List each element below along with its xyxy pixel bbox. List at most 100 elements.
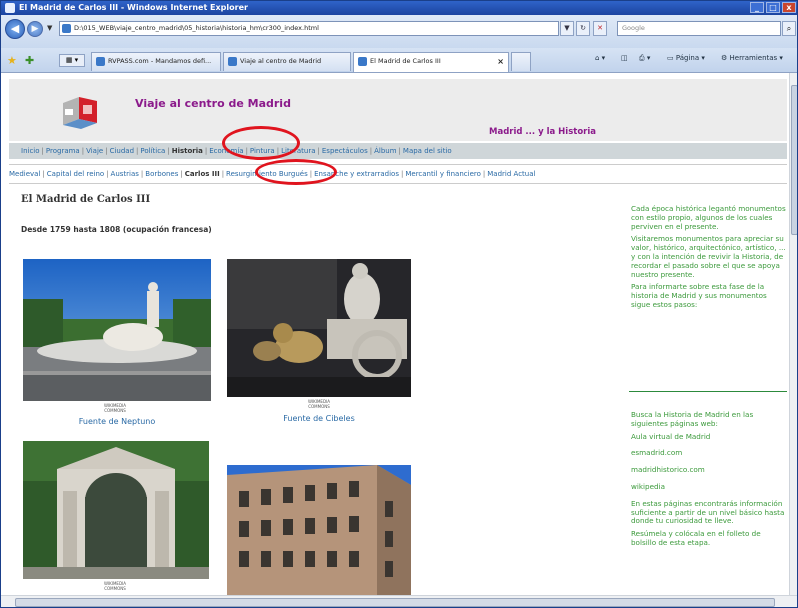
history-menu-item[interactable]: Capital del reino	[47, 170, 104, 178]
photo-edificio[interactable]	[227, 465, 411, 595]
history-menu-item[interactable]: Borbones	[145, 170, 178, 178]
quick-tabs-button[interactable]: ▦ ▾	[59, 54, 85, 67]
site-title: Viaje al centro de Madrid	[135, 97, 291, 110]
vertical-scrollbar[interactable]	[789, 73, 797, 595]
address-toolbar: ◀ ▶ ▼ D:\015_WEB\viaje_centro_madrid\05_…	[1, 15, 797, 48]
photo-credit: WIKIMEDIA COMMONS	[308, 399, 330, 409]
main-menu-item[interactable]: Mapa del sitio	[403, 147, 452, 155]
main-menu-item[interactable]: Programa	[46, 147, 80, 155]
scrollbar-thumb[interactable]	[15, 598, 775, 607]
tab-carlos-iii[interactable]: El Madrid de Carlos III ×	[353, 52, 509, 72]
site-subtitle: Madrid ... y la Historia	[489, 127, 597, 137]
print-icon[interactable]: ⎙ ▾	[639, 54, 650, 63]
tab-row: ★ ✚ ▦ ▾ RVPASS.com - Mandamos defi... Vi…	[1, 48, 797, 73]
forward-icon[interactable]: ▶	[27, 21, 43, 37]
history-menu-item[interactable]: Carlos III	[185, 170, 220, 178]
refresh-icon[interactable]: ↻	[576, 21, 590, 36]
sidebar-paragraph: En estas páginas encontrarás información…	[631, 498, 785, 526]
page-menu-label: Página	[675, 54, 700, 62]
main-menu: Inicio | Programa | Viaje | Ciudad | Política | Hi…	[9, 143, 787, 159]
main-menu-item[interactable]: Espectáculos	[322, 147, 368, 155]
search-icon[interactable]: ⌕	[782, 21, 796, 36]
divider	[9, 164, 787, 165]
history-menu-item[interactable]: Mercantil y financiero	[405, 170, 481, 178]
tab-favicon	[96, 57, 105, 66]
tab-rvpass[interactable]: RVPASS.com - Mandamos defi...	[91, 52, 221, 71]
tab-label: RVPASS.com - Mandamos defi...	[108, 57, 212, 65]
tab-favicon	[228, 57, 237, 66]
neptuno-image	[23, 259, 211, 401]
tools-menu[interactable]: ⚙ Herramientas ▾	[721, 54, 783, 62]
main-menu-item[interactable]: Ciudad	[110, 147, 134, 155]
caption-cibeles[interactable]: Fuente de Cibeles	[227, 414, 411, 423]
history-dropdown-icon[interactable]: ▼	[47, 24, 52, 32]
page-period: Desde 1759 hasta 1808 (ocupación frances…	[21, 225, 212, 234]
main-menu-item[interactable]: Viaje	[86, 147, 103, 155]
cibeles-image	[227, 259, 411, 397]
address-value: D:\015_WEB\viaje_centro_madrid\05_histor…	[74, 24, 319, 32]
search-placeholder: Google	[622, 24, 645, 32]
tab-viaje[interactable]: Viaje al centro de Madrid	[223, 52, 351, 71]
stop-icon[interactable]: ✕	[593, 21, 607, 36]
main-menu-item[interactable]: Álbum	[374, 147, 396, 155]
edificio-image	[227, 465, 411, 595]
sidebar-search-intro: Busca la Historia de Madrid en las sigui…	[631, 410, 754, 428]
site-logo-icon	[63, 97, 97, 129]
page-menu[interactable]: ▭ Página ▾	[667, 54, 705, 62]
history-submenu: Medieval | Capital del reino | Austrias | Borb…	[9, 167, 787, 181]
link-madridhistorico[interactable]: madridhistorico.com	[631, 465, 787, 475]
history-menu-item[interactable]: Austrias	[111, 170, 139, 178]
link-aula-virtual[interactable]: Aula virtual de Madrid	[631, 432, 787, 442]
main-menu-item[interactable]: Inicio	[21, 147, 40, 155]
ie-app-icon	[5, 3, 15, 13]
sidebar-divider	[629, 391, 787, 392]
history-menu-item[interactable]: Madrid Actual	[487, 170, 535, 178]
highlight-ring-historia	[222, 126, 300, 160]
minimize-button[interactable]: _	[750, 2, 764, 13]
sidebar-intro: Cada época histórica legantó monumentos …	[631, 204, 787, 314]
feeds-icon[interactable]: ◫	[621, 54, 628, 62]
link-esmadrid[interactable]: esmadrid.com	[631, 449, 787, 458]
window-title: El Madrid de Carlos III - Windows Intern…	[19, 3, 248, 12]
sidebar-paragraph: Cada época histórica legantó monumentos …	[631, 204, 786, 231]
main-menu-item[interactable]: Política	[140, 147, 165, 155]
puerta-image	[23, 441, 209, 579]
sidebar-paragraph: Resúmela y colócala en el folleto de bol…	[631, 529, 761, 547]
maximize-button[interactable]: □	[766, 2, 780, 13]
tab-label: El Madrid de Carlos III	[370, 57, 441, 65]
add-favorite-icon[interactable]: ✚	[25, 54, 34, 67]
title-bar: El Madrid de Carlos III - Windows Intern…	[1, 1, 797, 15]
sidebar-paragraph: Para informarte sobre esta fase de la hi…	[631, 282, 767, 309]
horizontal-scrollbar[interactable]	[1, 595, 797, 607]
photo-neptuno[interactable]	[23, 259, 211, 401]
sidebar-links: Busca la Historia de Madrid en las sigui…	[631, 410, 787, 552]
history-menu-item[interactable]: Medieval	[9, 170, 40, 178]
sidebar-paragraph: Visitaremos monumentos para apreciar su …	[631, 234, 786, 279]
browser-window: El Madrid de Carlos III - Windows Intern…	[0, 0, 798, 608]
web-page: Viaje al centro de Madrid Madrid ... y l…	[1, 73, 789, 595]
site-header: Viaje al centro de Madrid Madrid ... y l…	[9, 79, 787, 141]
home-icon[interactable]: ⌂ ▾	[595, 54, 605, 62]
photo-cibeles[interactable]	[227, 259, 411, 397]
tools-menu-label: Herramientas	[729, 54, 778, 62]
close-tab-icon[interactable]: ×	[497, 53, 504, 70]
main-menu-item[interactable]: Historia	[172, 147, 203, 155]
address-input[interactable]: D:\015_WEB\viaje_centro_madrid\05_histor…	[59, 21, 559, 36]
caption-neptuno[interactable]: Fuente de Neptuno	[23, 417, 211, 426]
link-wikipedia[interactable]: wikipedia	[631, 482, 787, 492]
photo-credit: WIKIMEDIA COMMONS	[104, 581, 126, 591]
photo-credit: WIKIMEDIA COMMONS	[104, 403, 126, 413]
tab-favicon	[358, 57, 367, 66]
favorites-star-icon[interactable]: ★	[7, 54, 17, 67]
scrollbar-thumb[interactable]	[791, 85, 797, 235]
new-tab-button[interactable]	[511, 52, 531, 71]
close-button[interactable]: x	[782, 2, 796, 13]
page-icon	[62, 24, 71, 33]
search-input[interactable]: Google	[617, 21, 781, 36]
divider	[9, 183, 787, 184]
address-dropdown-icon[interactable]: ▼	[560, 21, 574, 36]
photo-puerta[interactable]	[23, 441, 209, 579]
highlight-ring-carlos-iii	[255, 159, 337, 185]
page-title: El Madrid de Carlos III	[21, 194, 151, 205]
back-icon[interactable]: ◀	[5, 19, 25, 39]
